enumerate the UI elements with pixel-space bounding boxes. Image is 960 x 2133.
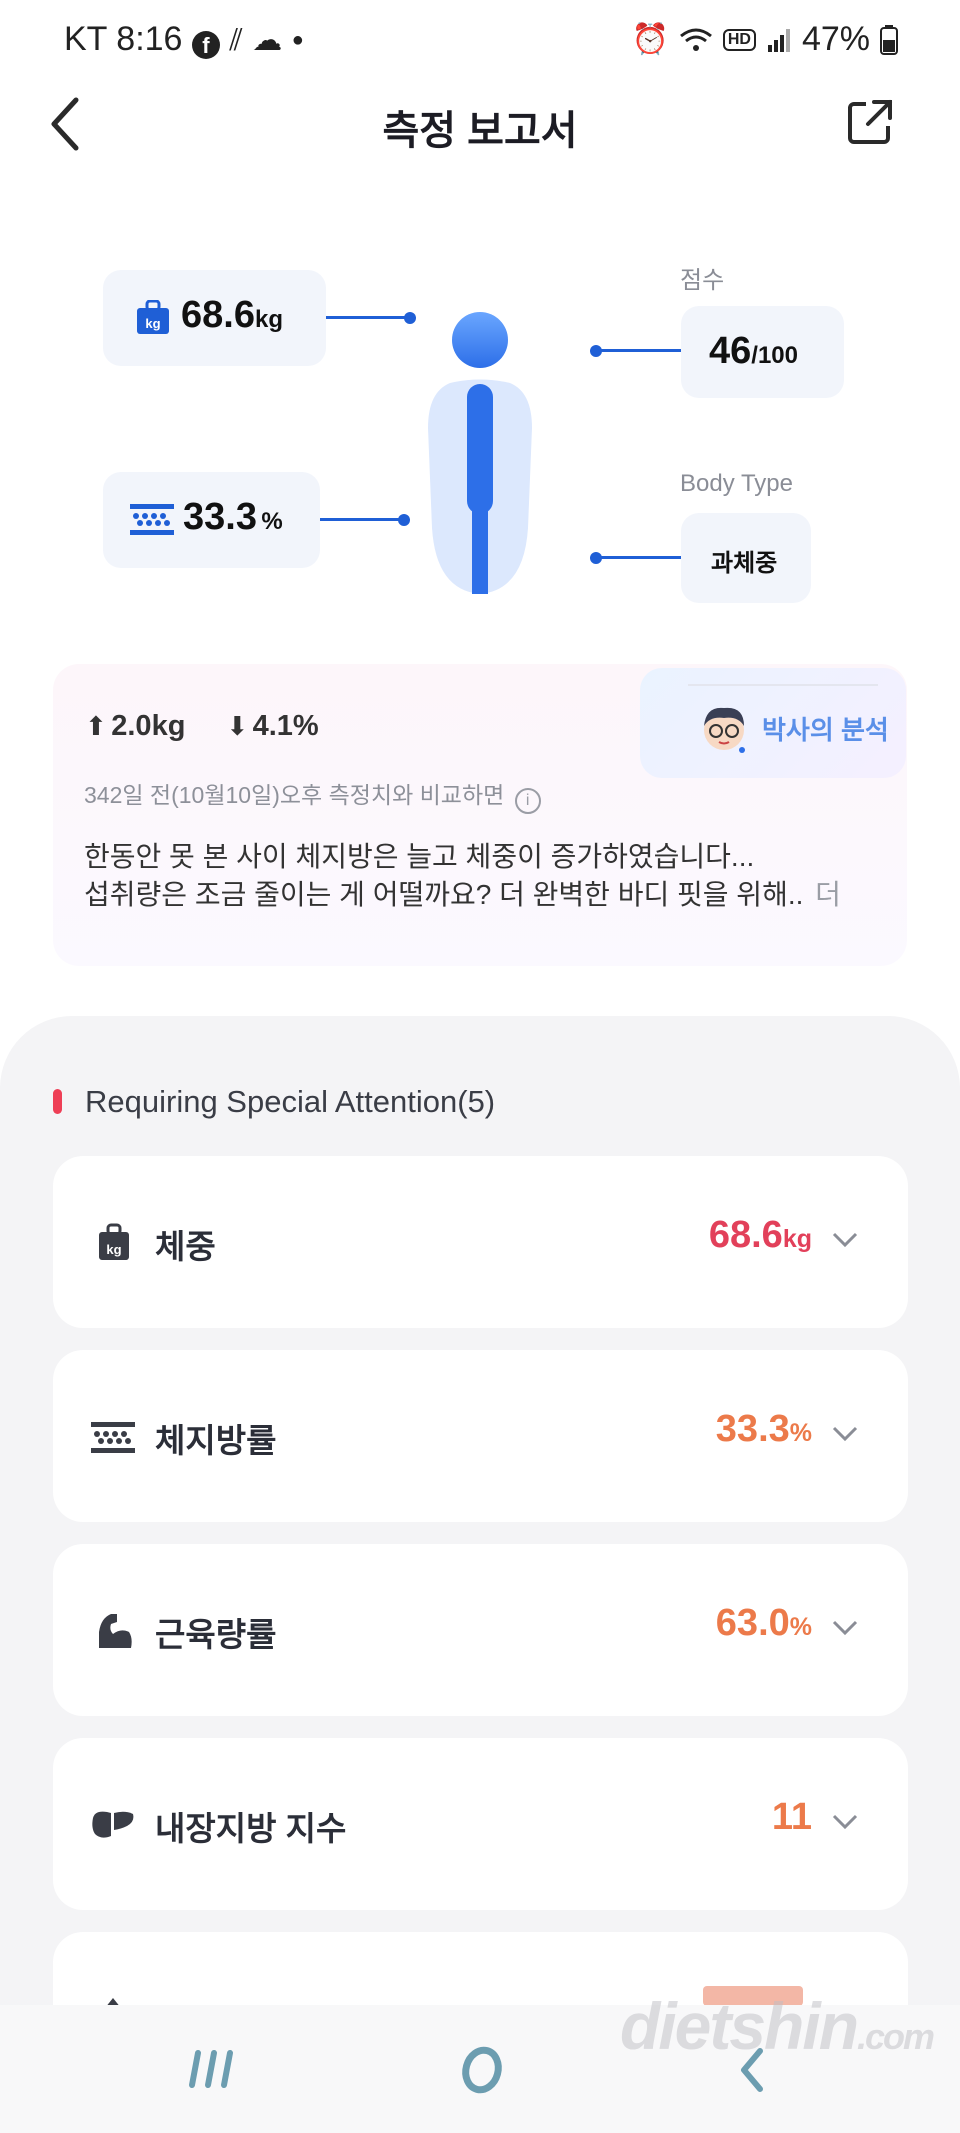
metric-name: 내장지방 지수	[155, 1810, 347, 1847]
score-summary: 46/100	[681, 306, 844, 398]
metric-number: 63.0	[715, 1602, 790, 1644]
home-icon[interactable]	[458, 2045, 506, 2095]
body-fat-icon	[91, 1422, 135, 1453]
connector-line	[598, 556, 681, 559]
badge-divider	[688, 684, 878, 686]
status-bar: KT 8:16 f ⫽ ☁ ● ⏰ HD 47%	[0, 0, 960, 80]
body-type-summary: 과체중	[681, 513, 811, 603]
metric-name: 체지방률	[155, 1422, 277, 1459]
metric-card-weight[interactable]: kg 체중 68.6kg	[53, 1156, 908, 1328]
metric-card-visceral-fat[interactable]: 내장지방 지수 11	[53, 1738, 908, 1910]
fat-unit: %	[261, 508, 283, 535]
metric-number: 11	[771, 1796, 812, 1838]
watermark: dietshin.com	[620, 1988, 935, 2064]
haze-icon: ⫽	[229, 24, 243, 57]
metric-unit: %	[789, 1419, 812, 1447]
carrier-label: KT	[64, 20, 107, 58]
body-fat-icon	[130, 504, 174, 535]
info-icon[interactable]: i	[514, 788, 541, 814]
metric-name: 체중	[155, 1228, 216, 1265]
badge-label: 박사의 분석	[762, 715, 889, 745]
arrow-down-icon: ⬇	[226, 711, 249, 741]
page-title: 측정 보고서	[382, 109, 578, 153]
connector-line	[326, 316, 408, 319]
analysis-line-2-text: 섭취량은 조금 줄이는 게 어떨까요? 더 완벽한 바디 핏을 위해..	[84, 879, 804, 910]
battery-percent: 47%	[801, 20, 870, 58]
fat-value: 33.3	[183, 496, 257, 538]
chevron-down-icon[interactable]	[832, 1226, 858, 1252]
fat-summary: 33.3 %	[103, 472, 320, 568]
liver-icon	[92, 1811, 134, 1838]
metric-number: 33.3	[715, 1408, 790, 1450]
chevron-down-icon[interactable]	[832, 1614, 858, 1640]
signal-icon	[767, 28, 790, 52]
weight-icon: kg	[137, 300, 169, 334]
notification-dot-icon: ●	[291, 29, 304, 51]
analysis-line-2: 섭취량은 조금 줄이는 게 어떨까요? 더 완벽한 바디 핏을 위해.. 더	[84, 876, 841, 914]
status-left: KT 8:16 f ⫽ ☁ ●	[64, 20, 304, 59]
connector-dot	[398, 514, 410, 526]
clock: 8:16	[116, 20, 183, 58]
svg-text:kg: kg	[145, 316, 160, 331]
wifi-icon	[679, 28, 712, 51]
change-summary: ⬆ 2.0kg ⬇ 4.1%	[85, 710, 319, 743]
weight-unit: kg	[254, 306, 283, 333]
metric-card-body-fat[interactable]: 체지방률 33.3%	[53, 1350, 908, 1522]
connector-line	[598, 349, 681, 352]
recent-apps-icon[interactable]	[186, 2049, 242, 2089]
metric-card-muscle[interactable]: 근육량률 63.0%	[53, 1544, 908, 1716]
muscle-icon	[99, 1614, 132, 1648]
more-link[interactable]: 더	[815, 879, 841, 910]
metric-unit: %	[789, 1613, 812, 1641]
metric-unit: kg	[782, 1225, 812, 1253]
body-silhouette	[428, 312, 532, 594]
share-icon[interactable]	[846, 98, 894, 146]
body-type-label: Body Type	[680, 470, 793, 497]
comparison-note-text: 342일 전(10월10일)오후 측정치와 비교하면	[84, 782, 505, 808]
doctor-analysis-badge[interactable]: 박사의 분석	[640, 668, 906, 778]
svg-text:kg: kg	[106, 1242, 121, 1257]
alarm-icon: ⏰	[631, 22, 669, 56]
connector-dot	[404, 312, 416, 324]
metric-value: 68.6kg	[709, 1214, 812, 1257]
score-label: 점수	[680, 267, 725, 294]
chevron-down-icon[interactable]	[832, 1808, 858, 1834]
doctor-avatar-icon	[704, 707, 745, 753]
metric-name: 근육량률	[155, 1616, 277, 1653]
score-max: /100	[751, 342, 798, 369]
section-title: Requiring Special Attention(5)	[85, 1084, 496, 1119]
comparison-note: 342일 전(10월10일)오후 측정치와 비교하면 i	[84, 776, 541, 814]
section-marker	[53, 1089, 62, 1114]
watermark-brand: dietshin	[620, 1989, 859, 2063]
watermark-domain: .com	[857, 2016, 935, 2057]
analysis-line-1: 한동안 못 본 사이 체지방은 늘고 체중이 증가하였습니다...	[84, 841, 755, 872]
weight-value: 68.6	[181, 294, 255, 336]
metric-value: 33.3%	[716, 1408, 812, 1451]
chevron-down-icon[interactable]	[832, 1420, 858, 1446]
weight-icon: kg	[99, 1223, 129, 1260]
score-value: 46	[709, 330, 752, 372]
connector-line	[320, 518, 404, 521]
hd-icon: HD	[722, 28, 756, 51]
battery-icon	[880, 24, 898, 55]
metric-value: 11	[772, 1796, 812, 1839]
body-type-value: 과체중	[711, 550, 778, 577]
weight-change: 2.0kg	[111, 710, 186, 742]
metric-number: 68.6	[708, 1214, 783, 1256]
arrow-up-icon: ⬆	[85, 711, 107, 741]
status-right: ⏰ HD 47%	[631, 20, 898, 59]
metric-value: 63.0%	[716, 1602, 812, 1645]
facebook-icon: f	[191, 31, 220, 59]
weight-summary: kg 68.6kg	[103, 270, 326, 366]
cloud-icon: ☁	[252, 24, 283, 57]
fat-change: 4.1%	[252, 710, 319, 742]
